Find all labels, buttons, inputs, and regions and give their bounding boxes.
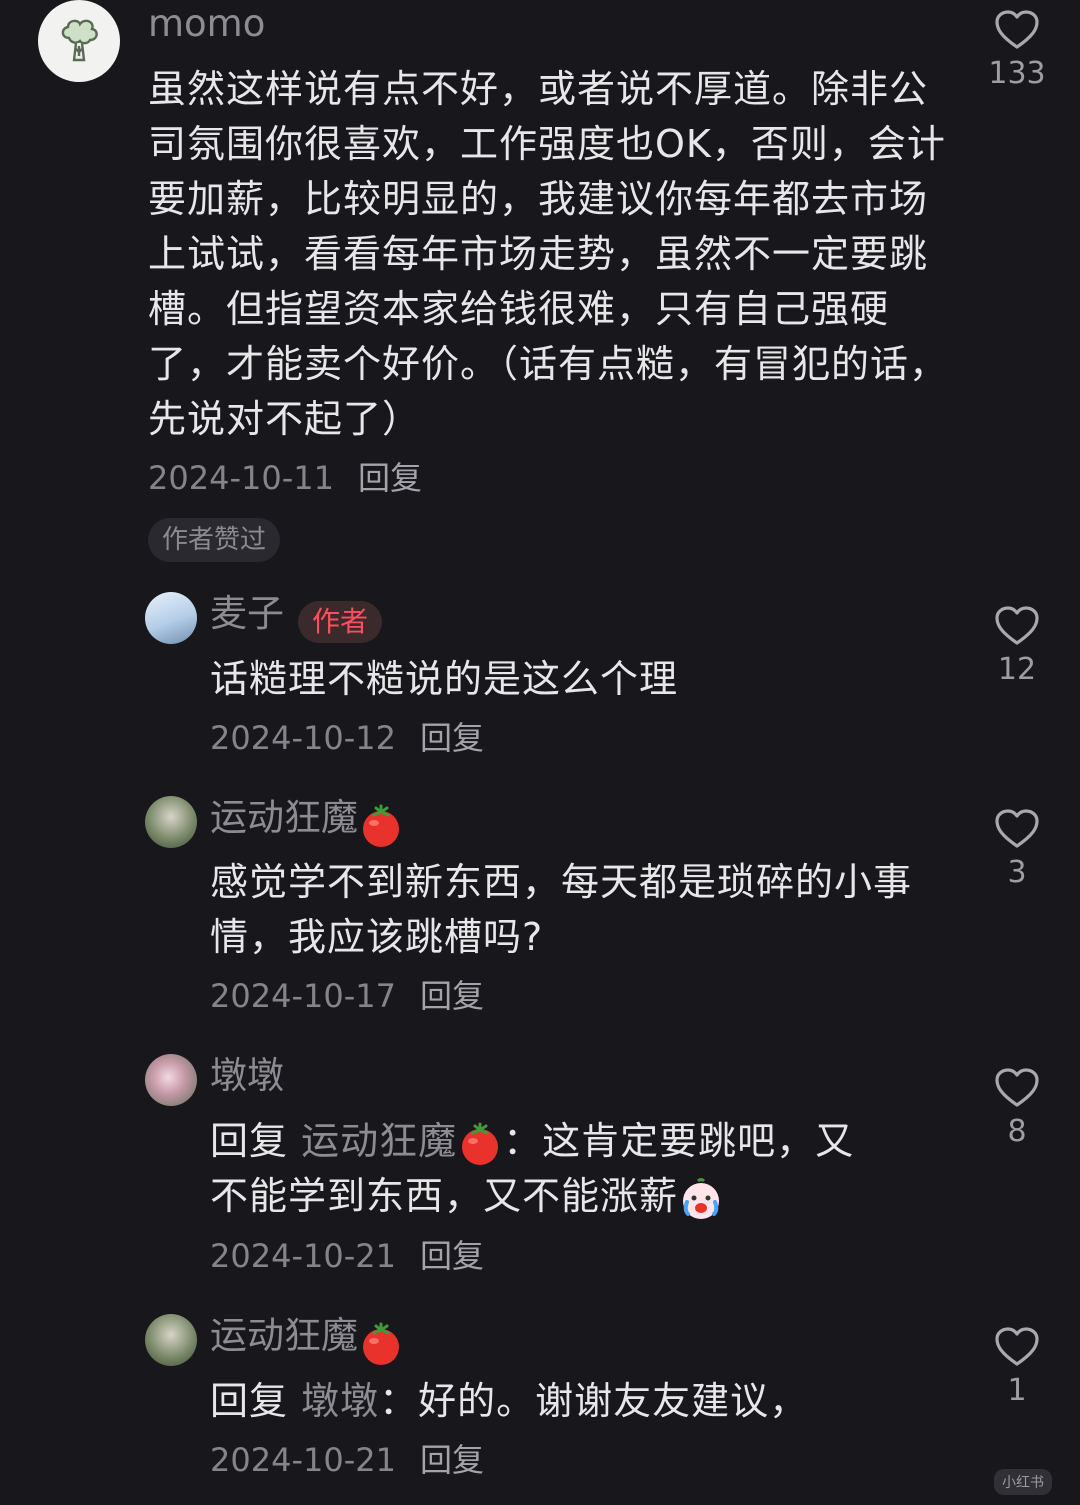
heart-icon[interactable] bbox=[993, 602, 1041, 650]
avatar-momo[interactable] bbox=[38, 0, 120, 82]
reply-date: 2024-10-12 bbox=[210, 719, 396, 757]
comment-text-main: 虽然这样说有点不好，或者说不厚道。除非公司氛围你很喜欢，工作强度也OK，否则，会… bbox=[148, 67, 949, 441]
reply-button[interactable]: 回复 bbox=[420, 977, 484, 1015]
avatar-dundun[interactable] bbox=[145, 1054, 197, 1106]
reply-text-2: 感觉学不到新东西，每天都是琐碎的小事情，我应该跳槽吗? bbox=[210, 860, 913, 959]
tomato-icon bbox=[363, 804, 399, 847]
reply-meta-4: 2024-10-21 回复 bbox=[210, 1440, 484, 1480]
reply-button[interactable]: 回复 bbox=[420, 1441, 484, 1479]
tomato-icon bbox=[363, 1322, 399, 1365]
reply-prefix: 回复 bbox=[210, 1379, 289, 1423]
like-button-main[interactable]: 133 bbox=[982, 6, 1052, 92]
username-reply-3[interactable]: 墩墩 bbox=[210, 1054, 284, 1098]
like-count: 12 bbox=[997, 652, 1037, 687]
reply-button[interactable]: 回复 bbox=[420, 719, 484, 757]
author-liked-badge: 作者赞过 bbox=[148, 518, 281, 562]
heart-icon[interactable] bbox=[993, 1064, 1041, 1112]
avatar-yundongkuangmo[interactable] bbox=[145, 1314, 197, 1366]
mention-user[interactable]: 墩墩 bbox=[301, 1379, 379, 1423]
username-reply-1[interactable]: 麦子 bbox=[210, 592, 284, 635]
comment-date: 2024-10-11 bbox=[148, 459, 334, 497]
reply-date: 2024-10-21 bbox=[210, 1237, 396, 1275]
reply-meta-3: 2024-10-21 回复 bbox=[210, 1236, 484, 1276]
reply-text-part: ：好的。谢谢友友建议， bbox=[379, 1379, 809, 1423]
author-badge: 作者 bbox=[298, 600, 383, 643]
watermark: 小红书 bbox=[994, 1469, 1052, 1495]
reply-text-4: 回复 墩墩：好的。谢谢友友建议， bbox=[210, 1374, 970, 1429]
reply-text-3: 回复 运动狂魔 ：这肯定要跳吧，又 不能学到东西，又不能涨薪 bbox=[210, 1114, 970, 1224]
reply-text-part: ：这肯定要跳吧，又 bbox=[503, 1119, 855, 1163]
reply-text-part: 不能学到东西，又不能涨薪 bbox=[210, 1174, 679, 1218]
tomato-icon bbox=[462, 1122, 499, 1165]
crying-face-icon bbox=[683, 1177, 720, 1219]
reply-header-1: 麦子 作者 bbox=[210, 592, 383, 643]
reply-meta-1: 2024-10-12 回复 bbox=[210, 718, 484, 758]
avatar-yundongkuangmo[interactable] bbox=[145, 796, 197, 848]
avatar-maizi[interactable] bbox=[145, 592, 197, 644]
heart-icon[interactable] bbox=[993, 6, 1041, 54]
reply-meta-2: 2024-10-17 回复 bbox=[210, 976, 484, 1016]
heart-icon[interactable] bbox=[993, 805, 1041, 853]
reply-button[interactable]: 回复 bbox=[420, 1237, 484, 1275]
like-count: 133 bbox=[988, 56, 1046, 91]
broccoli-icon bbox=[61, 19, 98, 62]
like-count: 8 bbox=[1007, 1114, 1027, 1149]
like-button-reply-3[interactable]: 8 bbox=[982, 1064, 1052, 1150]
comment-meta-main: 2024-10-11 回复 bbox=[148, 458, 422, 498]
heart-icon[interactable] bbox=[993, 1323, 1041, 1371]
reply-prefix: 回复 bbox=[210, 1119, 289, 1163]
reply-header-4: 运动狂魔 bbox=[210, 1314, 404, 1367]
reply-text-1: 话糙理不糙说的是这么个理 bbox=[210, 657, 679, 701]
reply-date: 2024-10-17 bbox=[210, 977, 396, 1015]
like-button-reply-1[interactable]: 12 bbox=[982, 602, 1052, 688]
like-count: 1 bbox=[1007, 1373, 1027, 1408]
username-main[interactable]: momo bbox=[148, 2, 265, 46]
username-reply-2[interactable]: 运动狂魔 bbox=[210, 796, 358, 839]
username-reply-4[interactable]: 运动狂魔 bbox=[210, 1314, 358, 1357]
reply-header-2: 运动狂魔 bbox=[210, 796, 404, 849]
like-button-reply-4[interactable]: 1 bbox=[982, 1323, 1052, 1409]
mention-user[interactable]: 运动狂魔 bbox=[301, 1119, 457, 1163]
reply-button[interactable]: 回复 bbox=[358, 459, 422, 497]
like-count: 3 bbox=[1007, 855, 1027, 890]
like-button-reply-2[interactable]: 3 bbox=[982, 805, 1052, 891]
reply-date: 2024-10-21 bbox=[210, 1441, 396, 1479]
